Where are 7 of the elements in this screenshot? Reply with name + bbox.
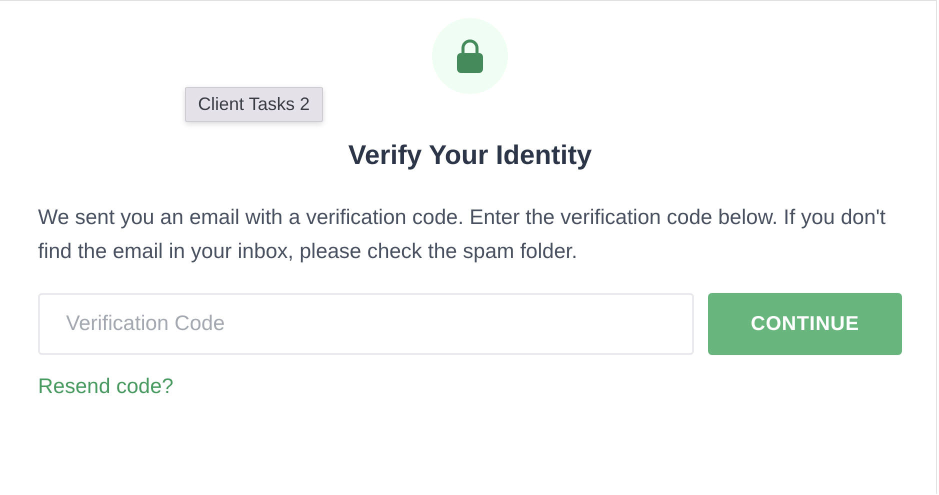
resend-code-link[interactable]: Resend code? <box>38 375 174 399</box>
tooltip: Client Tasks 2 <box>185 87 323 122</box>
dialog-title: Verify Your Identity <box>347 140 593 171</box>
continue-button[interactable]: CONTINUE <box>708 293 902 355</box>
verification-code-field[interactable]: Verification Code <box>38 293 694 355</box>
instruction-text: We sent you an email with a verification code. Enter the verification code below. If you don't find the email in your inbox, please check the spam folder. <box>38 205 887 265</box>
lock-icon <box>456 38 484 74</box>
